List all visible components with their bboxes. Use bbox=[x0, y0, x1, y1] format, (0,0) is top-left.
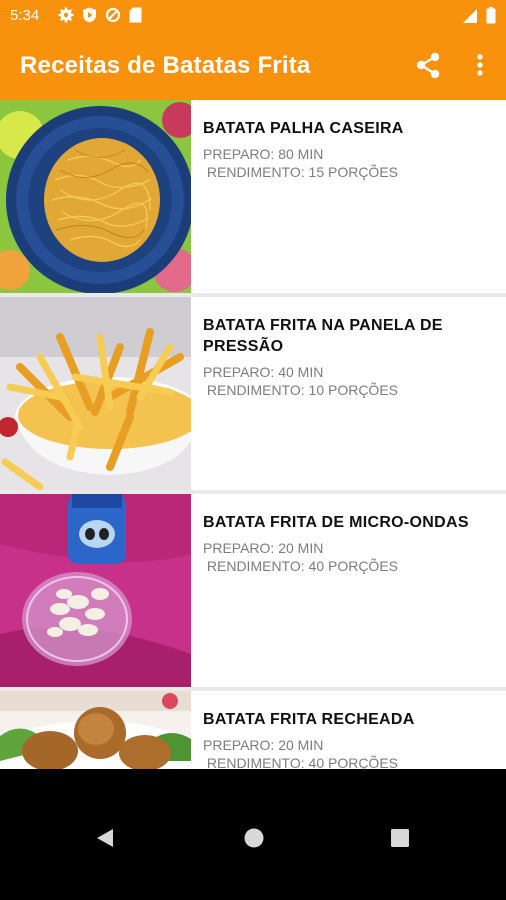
battery-icon bbox=[486, 7, 496, 24]
recipe-yield: RENDIMENTO: 40 PORÇÕES bbox=[203, 755, 399, 769]
recipe-thumbnail-panela-pressao bbox=[0, 297, 191, 490]
recipe-prep-time: PREPARO: 20 MIN bbox=[203, 737, 324, 753]
play-protect-icon bbox=[83, 7, 96, 23]
more-options-button[interactable] bbox=[466, 50, 494, 82]
recipe-name: BATATA PALHA CASEIRA bbox=[203, 120, 404, 137]
recipe-prep-time: PREPARO: 20 MIN bbox=[203, 540, 324, 556]
recipe-prep-time: PREPARO: 80 MIN bbox=[203, 146, 324, 162]
gear-icon bbox=[58, 7, 74, 23]
recipe-card[interactable]: BATATA PALHA CASEIRA PREPARO: 80 MIN REN… bbox=[0, 100, 506, 293]
recents-icon bbox=[391, 829, 409, 847]
recipe-name: BATATA FRITA DE MICRO-ONDAS bbox=[203, 514, 469, 531]
recipe-name: BATATA FRITA NA PANELA DE PRESSÃO bbox=[203, 317, 443, 355]
recipe-list[interactable]: BATATA PALHA CASEIRA PREPARO: 80 MIN REN… bbox=[0, 100, 506, 769]
recipe-card[interactable]: BATATA FRITA RECHEADA PREPARO: 20 MIN RE… bbox=[0, 691, 506, 769]
share-icon bbox=[416, 52, 440, 79]
status-notification-icons bbox=[58, 7, 142, 23]
recipe-card[interactable]: BATATA FRITA NA PANELA DE PRESSÃO PREPAR… bbox=[0, 297, 506, 490]
app-bar: Receitas de Batatas Frita bbox=[0, 32, 506, 100]
recipe-name: BATATA FRITA RECHEADA bbox=[203, 711, 415, 728]
navigation-bar bbox=[0, 769, 506, 900]
recipe-yield: RENDIMENTO: 15 PORÇÕES bbox=[203, 164, 399, 180]
sd-card-icon bbox=[129, 7, 142, 23]
share-button[interactable] bbox=[412, 50, 444, 82]
recipe-yield: RENDIMENTO: 40 PORÇÕES bbox=[203, 558, 399, 574]
status-time: 5:34 bbox=[10, 7, 40, 24]
signal-icon bbox=[463, 8, 477, 23]
back-icon bbox=[97, 829, 113, 847]
app-title: Receitas de Batatas Frita bbox=[20, 52, 311, 79]
recipe-prep-time: PREPARO: 40 MIN bbox=[203, 364, 324, 380]
recipe-thumbnail-micro-ondas bbox=[0, 494, 191, 687]
home-icon bbox=[244, 828, 264, 848]
recipe-thumbnail-batata-palha bbox=[0, 100, 191, 293]
nav-home-button[interactable] bbox=[243, 827, 265, 854]
nav-recents-button[interactable] bbox=[390, 827, 410, 854]
recipe-card[interactable]: BATATA FRITA DE MICRO-ONDAS PREPARO: 20 … bbox=[0, 494, 506, 687]
recipe-thumbnail-recheada bbox=[0, 691, 191, 769]
more-vert-icon bbox=[477, 54, 483, 76]
recipe-yield: RENDIMENTO: 10 PORÇÕES bbox=[203, 382, 399, 398]
nav-back-button[interactable] bbox=[95, 827, 115, 854]
status-system-icons bbox=[462, 7, 496, 24]
status-bar: 5:34 bbox=[0, 0, 506, 32]
data-saver-icon bbox=[105, 7, 121, 23]
